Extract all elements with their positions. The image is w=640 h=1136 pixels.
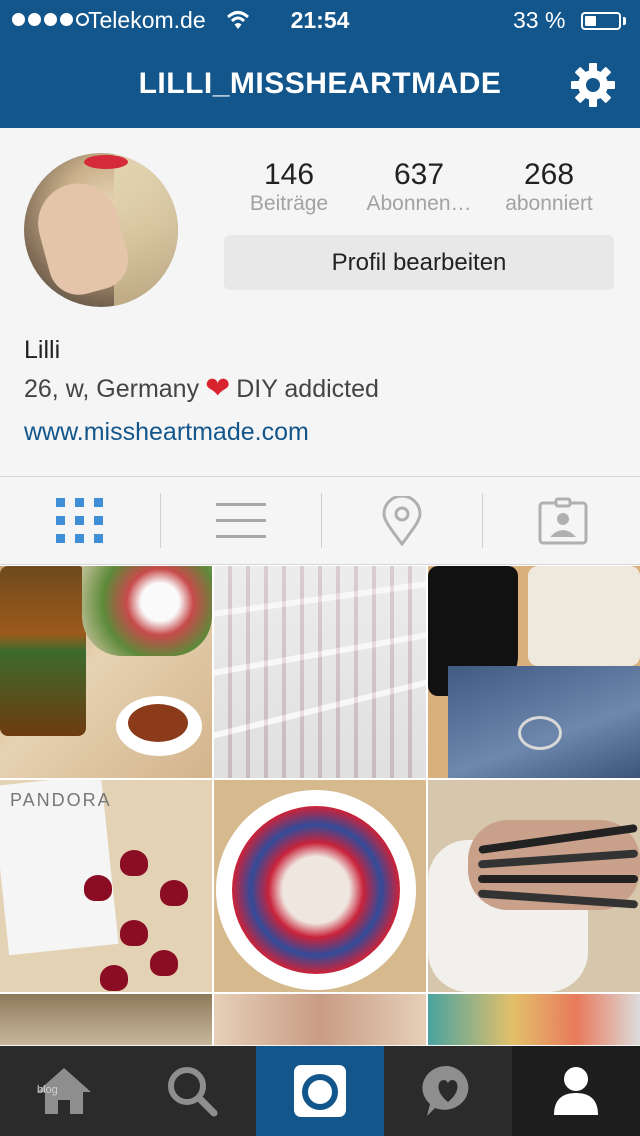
top-bar: Telekom.de 21:54 33 % LILLI_MISSHEARTMAD… [0, 0, 640, 128]
avatar[interactable] [24, 153, 178, 307]
photo-boots-jeans[interactable] [428, 566, 640, 778]
nav-search[interactable] [128, 1046, 256, 1136]
following-count: 268 [523, 158, 575, 191]
nav-profile[interactable] [512, 1046, 640, 1136]
bio-text-after: DIY addicted [236, 374, 379, 403]
nav-activity[interactable] [384, 1046, 512, 1136]
tab-grid[interactable] [0, 477, 160, 565]
profile-username-title: LILLI_MISSHEARTMADE [138, 67, 502, 100]
photo-bracelets[interactable] [428, 780, 640, 992]
photo-lips[interactable] [214, 994, 426, 1045]
tagged-photos-icon [538, 497, 588, 545]
battery-level [585, 16, 596, 26]
bio-text-before: 26, w, Germany [24, 374, 200, 403]
tab-map[interactable] [322, 477, 482, 565]
following-label: abonniert [505, 192, 593, 215]
view-tabs [0, 477, 640, 565]
photo-shop-shelves[interactable] [214, 566, 426, 778]
grid-icon [56, 498, 103, 543]
posts-label: Beiträge [249, 192, 329, 215]
photo-grid: PANDORA [0, 565, 640, 1045]
list-icon [216, 503, 266, 538]
profile-header: 146 Beiträge 637 Abonnen… 268 abonniert … [0, 128, 640, 477]
battery-percent: 33 % [513, 7, 566, 33]
edit-profile-button[interactable]: Profil bearbeiten [224, 235, 614, 290]
posts-count: 146 [263, 158, 315, 191]
tab-list[interactable] [161, 477, 321, 565]
followers-count: 637 [393, 158, 445, 191]
stat-posts[interactable]: 146 Beiträge [224, 158, 354, 216]
nav-home[interactable]: blog [0, 1046, 128, 1136]
camera-icon [294, 1065, 346, 1117]
photo-pandora-gummies[interactable]: PANDORA [0, 780, 212, 992]
photo-pesto-salad[interactable] [0, 566, 212, 778]
watermark-text: blog [37, 1084, 58, 1096]
profile-bio: 26, w, Germany ❤ DIY addicted [24, 374, 379, 404]
search-icon [168, 1067, 218, 1117]
profile-name: Lilli [24, 336, 61, 364]
followers-label: Abonnen… [366, 192, 472, 215]
heart-emoji-icon: ❤ [205, 372, 231, 405]
website-link[interactable]: www.missheartmade.com [24, 418, 309, 447]
battery-icon [581, 12, 621, 30]
instagram-profile-screen: Telekom.de 21:54 33 % LILLI_MISSHEARTMAD… [0, 0, 640, 1136]
photo-smoothie-bowl[interactable] [214, 780, 426, 992]
stat-following[interactable]: 268 abonniert [484, 158, 614, 216]
photo-colorful[interactable] [428, 994, 640, 1045]
status-bar: Telekom.de 21:54 33 % [0, 0, 640, 40]
location-pin-icon [382, 496, 422, 546]
battery-tip [623, 17, 626, 25]
profile-icon [554, 1067, 598, 1115]
tab-tagged[interactable] [483, 477, 640, 565]
bottom-navigation: blog [0, 1046, 640, 1136]
activity-heart-icon [422, 1065, 469, 1116]
stat-followers[interactable]: 637 Abonnen… [354, 158, 484, 216]
gear-icon[interactable] [570, 62, 616, 108]
photo-plants[interactable] [0, 994, 212, 1045]
nav-camera[interactable] [256, 1046, 384, 1136]
